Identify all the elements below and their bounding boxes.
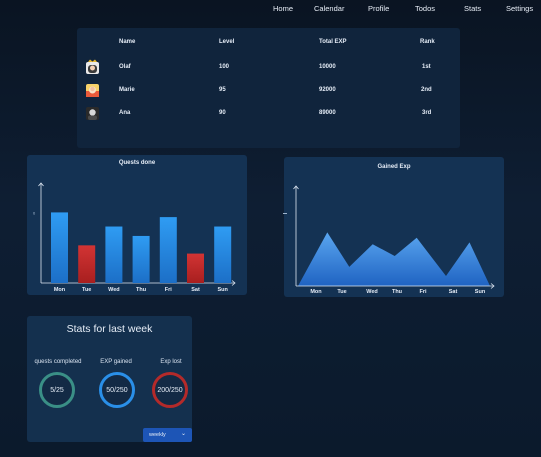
x-tick-label: Fri (165, 287, 173, 293)
header-total-exp: Total EXP (319, 39, 347, 45)
x-tick-label: Thu (392, 289, 402, 295)
quests-done-chart-panel: Quests done 6 Mon Tue Wed Thu Fri Sat Sun (27, 155, 247, 295)
row-total-exp: 92000 (319, 87, 336, 93)
x-tick-label: Fri (419, 289, 427, 295)
exp-lost-ring: 200/250 (152, 372, 188, 408)
table-row: Olaf 100 10000 1st (77, 58, 460, 78)
stat-label: quests completed (34, 359, 82, 365)
row-level: 100 (219, 64, 230, 70)
area-series (298, 232, 490, 286)
row-name: Ana (119, 110, 131, 116)
gained-exp-chart: Mon Tue Wed Thu Fri Sat Sun (293, 185, 495, 295)
header-level: Level (219, 39, 235, 45)
x-tick-label: Wed (366, 289, 378, 295)
bar-sun (214, 226, 232, 283)
avatar (84, 105, 101, 122)
x-tick-label: Mon (54, 287, 66, 293)
axis-tick-mark (283, 213, 287, 214)
avatar-crown-icon (86, 59, 99, 74)
row-name: Olaf (119, 64, 131, 70)
top-nav: Home Calendar Profile Todos Stats Settin… (0, 4, 541, 18)
row-rank: 2nd (421, 87, 432, 93)
x-tick-label: Tue (82, 287, 91, 293)
nav-settings[interactable]: Settings (506, 4, 533, 13)
bar-sat (187, 253, 204, 283)
x-tick-label: Sat (191, 287, 200, 293)
x-tick-label: Wed (108, 287, 120, 293)
avatar-user-icon (86, 84, 99, 97)
x-tick-label: Tue (337, 289, 346, 295)
x-tick-label: Sat (449, 289, 458, 295)
x-tick-label: Mon (310, 289, 322, 295)
table-row: Marie 95 92000 2nd (77, 81, 460, 101)
stat-value: 200/250 (157, 386, 183, 394)
stats-title: Stats for last week (66, 323, 153, 335)
stat-label: EXP gained (100, 359, 132, 365)
leaderboard-panel: Name Level Total EXP Rank Olaf 100 10000… (77, 28, 460, 148)
y-tick-label: 6 (33, 210, 36, 215)
bar-tue (78, 245, 96, 283)
nav-stats[interactable]: Stats (464, 4, 481, 13)
gained-exp-chart-panel: Gained Exp Mon Tue Wed Thu Fri Sat Sun (284, 157, 504, 297)
x-tick-label: Sun (218, 287, 229, 293)
row-total-exp: 89000 (319, 110, 336, 116)
quests-done-chart: 6 Mon Tue Wed Thu Fri Sat Sun (33, 182, 236, 293)
header-rank: Rank (420, 39, 435, 45)
stat-label: Exp lost (160, 359, 182, 365)
bar-mon (51, 212, 68, 283)
period-select-value: weekly (149, 432, 166, 438)
row-rank: 1st (422, 64, 431, 70)
row-total-exp: 10000 (319, 64, 336, 70)
bar-thu (132, 235, 150, 283)
nav-todos[interactable]: Todos (415, 4, 435, 13)
row-rank: 3rd (422, 110, 432, 116)
avatar (84, 59, 101, 76)
avatar-user-icon (86, 107, 99, 120)
chevron-down-icon: ⌄ (180, 431, 186, 437)
x-tick-label: Sun (475, 289, 486, 295)
nav-profile[interactable]: Profile (368, 4, 389, 13)
stat-value: 50/250 (106, 386, 128, 394)
row-level: 90 (219, 110, 226, 116)
period-select[interactable]: weekly ⌄ (143, 428, 192, 442)
quests-completed-ring: 5/25 (39, 372, 75, 408)
bar-wed (105, 226, 123, 283)
stat-value: 5/25 (50, 386, 64, 394)
weekly-stats-panel: Stats for last week quests completed EXP… (27, 316, 192, 442)
header-name: Name (119, 39, 136, 45)
table-row: Ana 90 89000 3rd (77, 104, 460, 124)
x-tick-label: Thu (136, 287, 146, 293)
nav-home[interactable]: Home (273, 4, 293, 13)
bar-fri (159, 217, 177, 283)
row-level: 95 (219, 87, 226, 93)
nav-calendar[interactable]: Calendar (314, 4, 344, 13)
avatar (84, 82, 101, 99)
leaderboard-header: Name Level Total EXP Rank (77, 39, 460, 49)
row-name: Marie (119, 87, 135, 93)
exp-gained-ring: 50/250 (99, 372, 135, 408)
